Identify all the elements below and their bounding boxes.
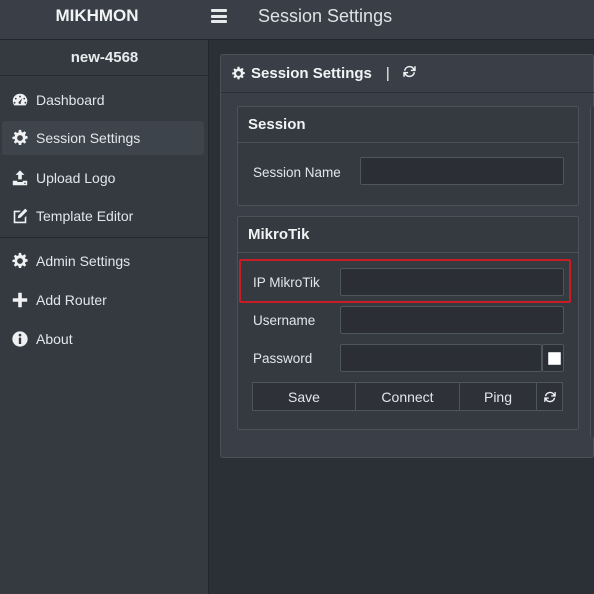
- gear-icon: [231, 66, 246, 81]
- sidebar-item-label: Admin Settings: [36, 253, 131, 269]
- mikrotik-card-title: MikroTik: [238, 217, 578, 253]
- session-card-title: Session: [238, 107, 578, 143]
- sidebar: new-4568 Dashboard Session Settings Uplo…: [0, 40, 209, 594]
- edit-icon: [10, 206, 30, 226]
- reload-icon: [543, 390, 557, 404]
- page-title: Session Settings: [258, 6, 393, 26]
- sidebar-item-session-settings[interactable]: Session Settings: [2, 121, 204, 155]
- session-name-input[interactable]: [360, 157, 564, 185]
- refresh-button[interactable]: [537, 382, 563, 411]
- sidebar-item-add-router[interactable]: Add Router: [0, 283, 209, 317]
- ip-mikrotik-highlight: [239, 259, 571, 303]
- adjacent-card-edge: [590, 107, 594, 437]
- sidebar-item-upload-logo[interactable]: Upload Logo: [0, 161, 209, 195]
- gear-icon: [10, 128, 30, 148]
- session-name-label: Session Name: [253, 165, 341, 180]
- connect-button[interactable]: Connect: [356, 382, 460, 411]
- sidebar-item-label: Template Editor: [36, 208, 134, 224]
- save-button[interactable]: Save: [252, 382, 356, 411]
- sidebar-session-name: new-4568: [0, 40, 209, 76]
- sidebar-item-label: Session Settings: [36, 130, 141, 146]
- sidebar-item-admin-settings[interactable]: Admin Settings: [0, 244, 209, 278]
- action-button-group: Save Connect Ping: [252, 382, 563, 411]
- sidebar-item-label: Dashboard: [36, 92, 105, 108]
- sidebar-divider: [0, 237, 209, 238]
- sidebar-item-label: About: [36, 331, 73, 347]
- sidebar-item-dashboard[interactable]: Dashboard: [0, 83, 209, 117]
- top-bar: MIKHMON Session Settings: [0, 0, 594, 40]
- gear-icon: [10, 251, 30, 271]
- brand-logo[interactable]: MIKHMON: [0, 0, 194, 40]
- mikrotik-card: MikroTik IP MikroTik Username Password S…: [237, 216, 579, 430]
- plus-icon: [10, 290, 30, 310]
- session-settings-panel: Session Settings | Session Session Name …: [220, 54, 594, 458]
- sidebar-item-label: Upload Logo: [36, 170, 116, 186]
- dashboard-icon: [10, 90, 30, 110]
- reload-icon[interactable]: [402, 64, 417, 83]
- header-separator: |: [385, 65, 390, 82]
- panel-title: Session Settings: [251, 65, 372, 82]
- username-label: Username: [253, 313, 316, 328]
- panel-header: Session Settings |: [221, 55, 594, 93]
- sidebar-item-template-editor[interactable]: Template Editor: [0, 199, 209, 233]
- password-label: Password: [253, 351, 313, 366]
- sidebar-item-label: Add Router: [36, 292, 107, 308]
- info-icon: [10, 329, 30, 349]
- ping-button[interactable]: Ping: [460, 382, 537, 411]
- password-input[interactable]: [340, 344, 542, 372]
- show-password-checkbox[interactable]: [548, 352, 561, 365]
- sidebar-item-about[interactable]: About: [0, 322, 209, 356]
- menu-toggle-icon[interactable]: [211, 9, 227, 23]
- upload-icon: [10, 168, 30, 188]
- session-card: Session Session Name: [237, 106, 579, 206]
- username-input[interactable]: [340, 306, 564, 334]
